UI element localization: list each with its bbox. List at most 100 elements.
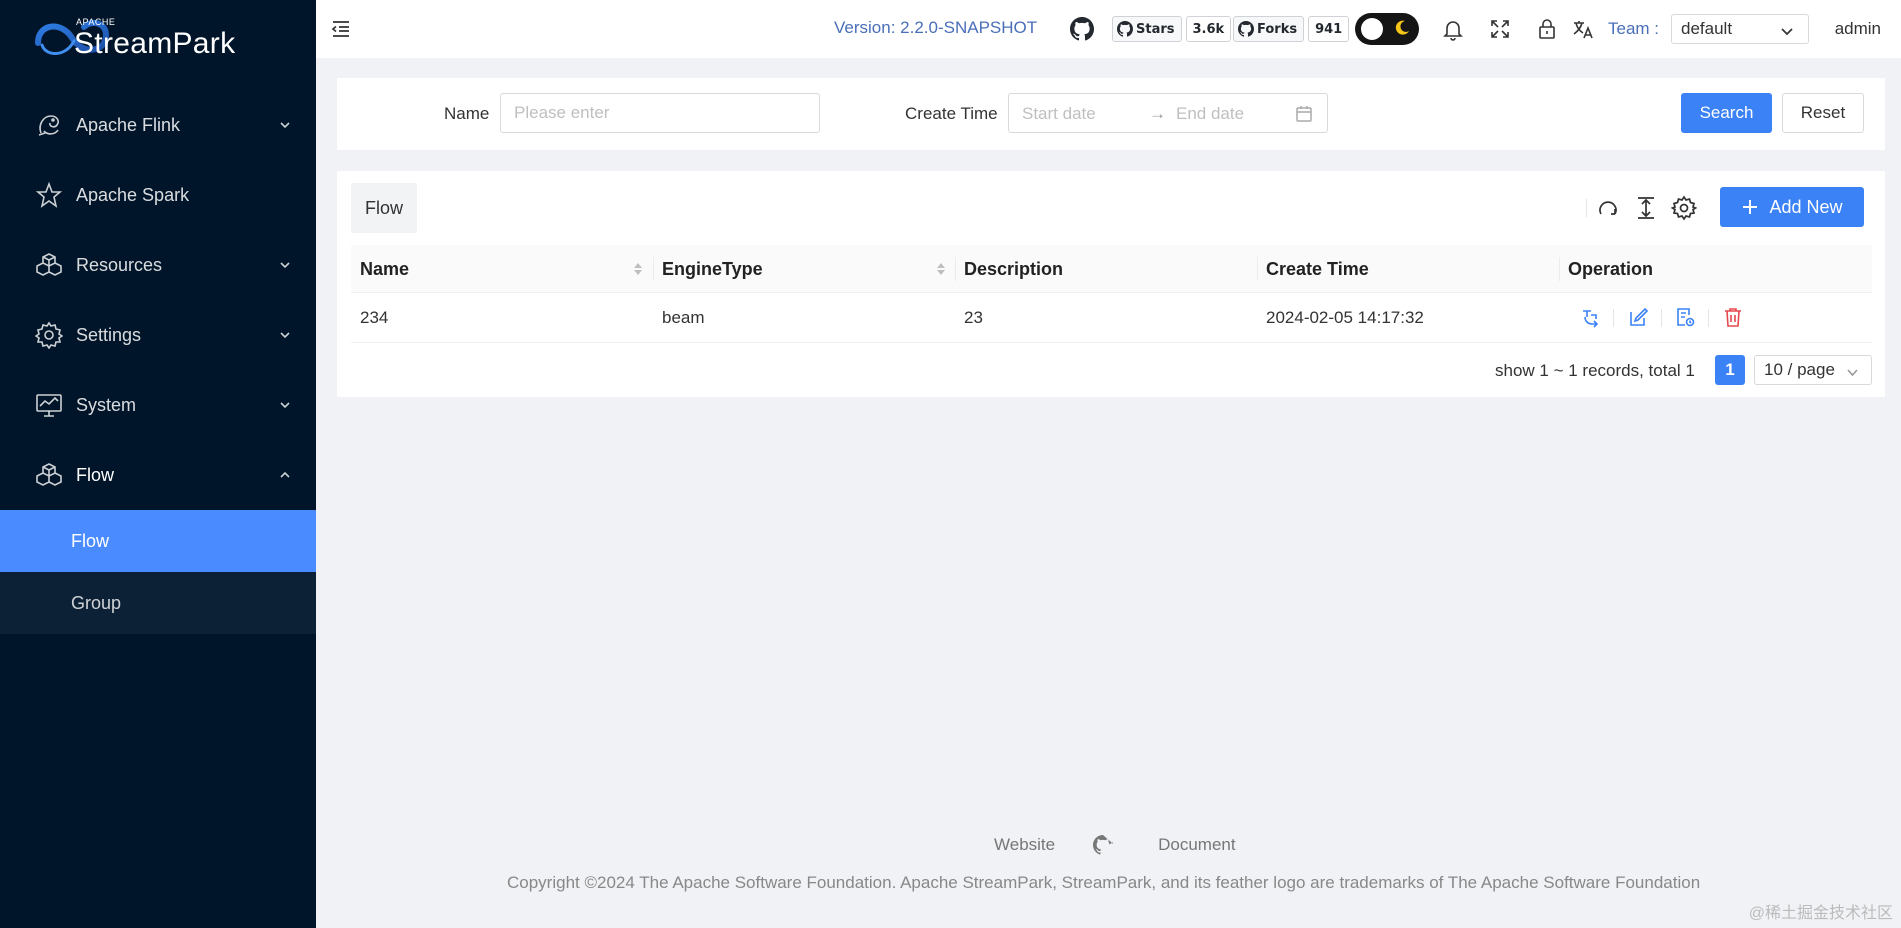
copyright-text: Copyright ©2024 The Apache Software Foun… <box>507 873 1701 892</box>
sidebar-item-apache-flink[interactable]: Apache Flink <box>0 90 316 160</box>
sidebar-subitem-group[interactable]: Group <box>0 572 316 634</box>
watermark-text: @稀土掘金技术社区 <box>1748 905 1893 922</box>
redo-icon[interactable] <box>1595 195 1621 221</box>
search-form: Name Create Time Start date → End date S… <box>337 78 1885 150</box>
gear-icon <box>34 320 64 350</box>
logo-name-text: StreamPark <box>74 26 236 60</box>
sort-icon[interactable] <box>633 261 643 277</box>
forks-label: Forks <box>1257 21 1298 37</box>
table-title: Flow <box>351 183 417 233</box>
table-header: Name EngineType Description Create Time … <box>351 245 1872 293</box>
bell-icon[interactable] <box>1441 17 1465 41</box>
column-header-enginetype[interactable]: EngineType <box>653 245 955 293</box>
sidebar-item-label: System <box>76 394 137 415</box>
name-label: Name <box>444 104 490 123</box>
sidebar-item-system[interactable]: System <box>0 370 316 440</box>
lock-icon[interactable] <box>1535 17 1559 41</box>
footer-link-document[interactable]: Document <box>1158 835 1235 855</box>
chevron-down-icon <box>278 398 292 412</box>
github-icon <box>1238 21 1254 37</box>
user-menu[interactable]: admin <box>1835 19 1881 39</box>
gear-icon[interactable] <box>1670 195 1698 221</box>
sidebar-item-label: Flow <box>76 464 115 485</box>
add-new-button[interactable]: Add New <box>1720 187 1864 227</box>
delete-icon[interactable] <box>1722 306 1746 330</box>
column-header-create-time: Create Time <box>1266 258 1369 279</box>
add-new-label: Add New <box>1769 196 1843 217</box>
sort-icon[interactable] <box>936 261 946 277</box>
name-input[interactable] <box>500 93 820 133</box>
chevron-down-icon <box>278 328 292 342</box>
cell-description: 23 <box>964 308 983 327</box>
stars-label: Stars <box>1136 21 1175 37</box>
page-size-select[interactable]: 10 / page <box>1754 355 1872 385</box>
design-flow-icon[interactable] <box>1579 306 1603 330</box>
footer-links: Website Document <box>994 835 1236 855</box>
table-row: 234 beam 23 2024-02-05 14:17:32 <box>351 293 1872 343</box>
stars-count: 3.6k <box>1185 16 1232 42</box>
start-date-input[interactable]: Start date <box>1022 104 1096 124</box>
spark-star-icon <box>34 180 64 210</box>
header: Version: 2.2.0-SNAPSHOT Stars 3.6k Forks… <box>316 0 1901 58</box>
end-date-input[interactable]: End date <box>1176 104 1244 124</box>
cell-engine-type: beam <box>662 308 705 327</box>
chevron-down-icon <box>1780 23 1794 37</box>
reset-button[interactable]: Reset <box>1782 93 1864 133</box>
create-time-label: Create Time <box>905 104 998 123</box>
file-detail-icon[interactable] <box>1674 306 1698 330</box>
fullscreen-icon[interactable] <box>1488 17 1512 41</box>
cubes-icon <box>34 460 64 490</box>
logo-apache-text: APACHE <box>76 16 116 27</box>
chevron-down-icon <box>1846 364 1859 377</box>
sidebar-item-resources[interactable]: Resources <box>0 230 316 300</box>
column-header-name[interactable]: Name <box>351 245 653 293</box>
sidebar-item-label: Settings <box>76 324 142 345</box>
cubes-icon <box>34 250 64 280</box>
monitor-icon <box>34 390 64 420</box>
cell-name: 234 <box>360 308 389 327</box>
create-time-range-picker[interactable]: Start date → End date <box>1008 93 1328 133</box>
team-select[interactable]: default <box>1671 14 1809 44</box>
menu-fold-icon[interactable] <box>330 18 352 40</box>
forks-count: 941 <box>1308 16 1350 42</box>
sidebar-item-settings[interactable]: Settings <box>0 300 316 370</box>
flow-submenu: Flow Group <box>0 510 316 634</box>
flink-squirrel-icon <box>34 110 64 140</box>
edit-icon[interactable] <box>1627 306 1651 330</box>
pagination-summary: show 1 ~ 1 records, total 1 <box>1495 361 1695 380</box>
team-label: Team : <box>1608 19 1660 38</box>
moon-icon <box>1395 20 1409 35</box>
github-stars-badge[interactable]: Stars 3.6k <box>1112 16 1232 42</box>
version-text: Version: 2.2.0-SNAPSHOT <box>834 18 1038 37</box>
github-icon <box>1117 21 1133 37</box>
translate-icon[interactable] <box>1571 17 1595 41</box>
sidebar-item-label: Apache Spark <box>76 184 190 205</box>
sidebar-item-label: Resources <box>76 254 163 275</box>
chevron-down-icon <box>278 258 292 272</box>
sidebar-item-flow[interactable]: Flow <box>0 440 316 510</box>
chevron-up-icon <box>278 468 292 482</box>
cell-create-time: 2024-02-05 14:17:32 <box>1266 308 1424 327</box>
arrow-right-icon: → <box>1149 104 1166 123</box>
dark-mode-toggle[interactable] <box>1355 13 1419 45</box>
page-size-value: 10 / page <box>1764 360 1835 379</box>
toggle-knob <box>1361 18 1383 40</box>
sidebar-item-label: Apache Flink <box>76 114 181 135</box>
github-icon[interactable] <box>1093 835 1114 855</box>
toolbar-divider <box>1586 199 1587 217</box>
column-header-description: Description <box>964 258 1064 279</box>
chevron-down-icon <box>278 118 292 132</box>
page-button-1[interactable]: 1 <box>1715 355 1745 385</box>
column-header-operation: Operation <box>1568 258 1654 279</box>
github-forks-badge[interactable]: Forks 941 <box>1233 16 1350 42</box>
sidebar-item-apache-spark[interactable]: Apache Spark <box>0 160 316 230</box>
sidebar-subitem-flow[interactable]: Flow <box>0 510 316 572</box>
column-height-icon[interactable] <box>1633 195 1659 221</box>
github-icon[interactable] <box>1070 17 1095 41</box>
footer-link-website[interactable]: Website <box>994 835 1055 855</box>
logo[interactable]: APACHE StreamPark <box>0 0 316 76</box>
team-select-value: default <box>1681 19 1733 38</box>
calendar-icon <box>1295 105 1313 123</box>
sidebar: APACHE StreamPark Apache Flink Apache Sp… <box>0 0 316 928</box>
search-button[interactable]: Search <box>1681 93 1772 133</box>
